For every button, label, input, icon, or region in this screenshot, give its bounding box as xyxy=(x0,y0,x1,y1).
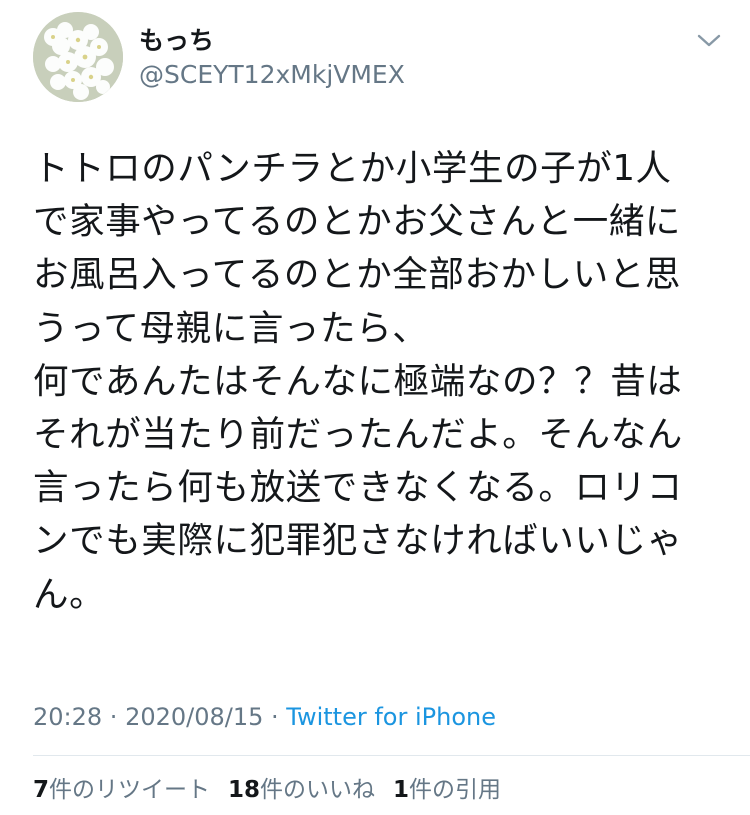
divider xyxy=(33,755,750,756)
chevron-down-icon[interactable] xyxy=(695,28,723,52)
likes-stat[interactable]: 18件のいいね xyxy=(228,777,375,803)
meta-separator: · xyxy=(263,703,287,731)
tweet-text-line: 言ったら何も放送できなくなる。ロリコ xyxy=(33,467,683,509)
tweet-date[interactable]: 2020/08/15 xyxy=(125,703,263,731)
likes-label: 件のいいね xyxy=(260,777,376,803)
quotes-count: 1 xyxy=(393,777,410,803)
tweet-text: トトロのパンチラとか小学生の子が1人 で家事やってるのとかお父さんと一緒に お風… xyxy=(33,142,723,621)
retweets-label: 件のリツイート xyxy=(49,777,211,803)
tweet-text-line: で家事やってるのとかお父さんと一緒に xyxy=(33,201,682,243)
retweets-count: 7 xyxy=(33,777,50,803)
tweet-text-line: トトロのパンチラとか小学生の子が1人 xyxy=(33,148,672,189)
tweet-text-line: お風呂入ってるのとか全部おかしいと思 xyxy=(33,254,682,296)
tweet-meta: 20:28 · 2020/08/15 · Twitter for iPhone xyxy=(33,700,496,734)
quotes-label: 件の引用 xyxy=(409,777,502,803)
tweet-text-line: それが当たり前だったんだよ。そんなん xyxy=(33,414,683,456)
retweets-stat[interactable]: 7件のリツイート xyxy=(33,777,210,803)
tweet-text-line: うって母親に言ったら、 xyxy=(33,307,429,349)
tweet-text-line: ンでも実際に犯罪犯さなければいいじゃ xyxy=(33,520,683,562)
meta-separator: · xyxy=(102,703,126,731)
avatar[interactable] xyxy=(33,12,123,102)
tweet-detail: もっち @SCEYT12xMkjVMEX トトロのパンチラとか小学生の子が1人 … xyxy=(0,0,750,815)
tweet-text-line: ん。 xyxy=(33,573,106,615)
likes-count: 18 xyxy=(228,777,261,803)
quotes-stat[interactable]: 1件の引用 xyxy=(393,777,501,803)
tweet-stats: 7件のリツイート 18件のいいね 1件の引用 xyxy=(33,773,519,807)
user-handle[interactable]: @SCEYT12xMkjVMEX xyxy=(139,60,405,90)
tweet-time[interactable]: 20:28 xyxy=(33,703,102,731)
tweet-text-line: 何であんたはそんなに極端なの？？昔は xyxy=(33,360,683,402)
tweet-source-link[interactable]: Twitter for iPhone xyxy=(286,703,496,731)
display-name[interactable]: もっち xyxy=(139,26,214,56)
flower-avatar-icon xyxy=(33,12,123,102)
